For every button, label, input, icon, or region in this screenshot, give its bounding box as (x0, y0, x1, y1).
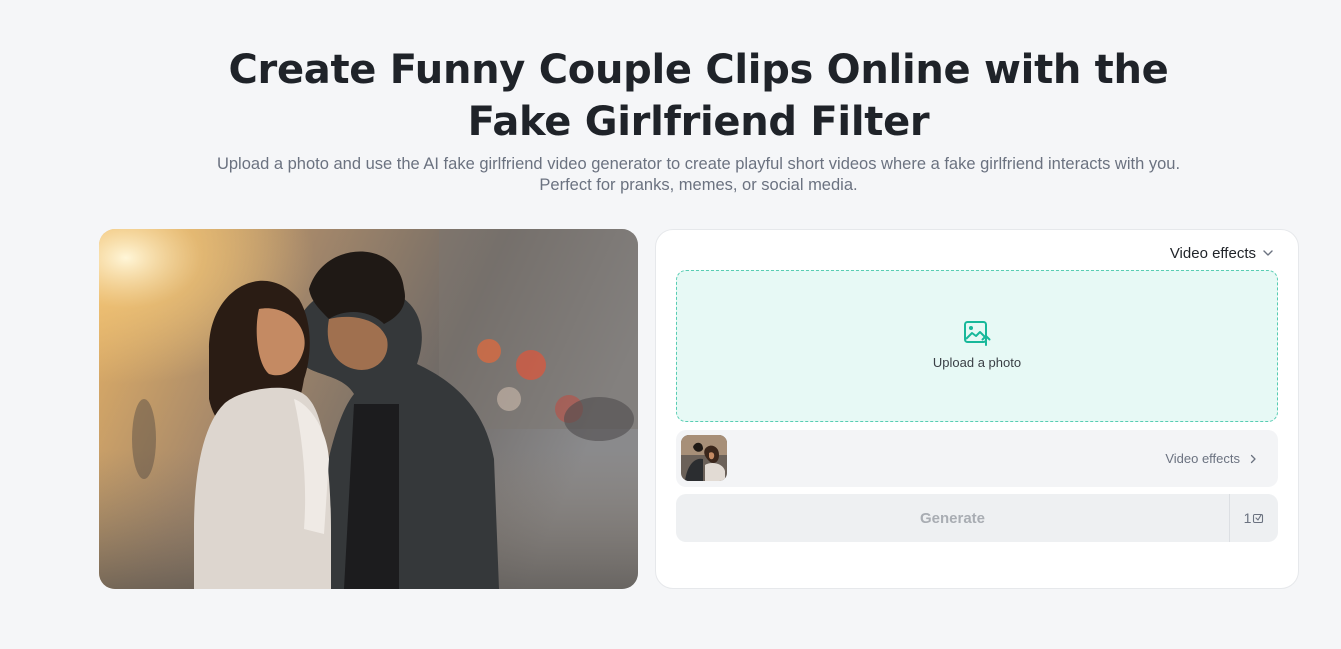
generate-button[interactable]: Generate (676, 494, 1229, 542)
credits-cost: 1 (1229, 494, 1278, 542)
coin-icon (1253, 513, 1264, 524)
effect-thumbnail (681, 435, 727, 481)
credits-count: 1 (1243, 510, 1252, 526)
video-effects-link[interactable]: Video effects (1165, 430, 1258, 487)
video-effects-link-label: Video effects (1165, 451, 1240, 466)
preview-photo (99, 229, 638, 589)
generator-panel: Video effects Upload a photo Video effec… (655, 229, 1299, 589)
image-upload-icon (964, 321, 991, 346)
page-title: Create Funny Couple Clips Online with th… (228, 47, 1169, 145)
chevron-down-icon (1263, 250, 1273, 256)
couple-kissing-image (99, 229, 638, 589)
video-effects-selector[interactable]: Video effects (676, 430, 1278, 487)
video-effects-dropdown[interactable]: Video effects (1170, 242, 1274, 264)
upload-photo-dropzone[interactable]: Upload a photo (676, 270, 1278, 422)
generate-bar: Generate 1 (676, 494, 1278, 542)
upload-photo-label: Upload a photo (932, 355, 1022, 370)
chevron-right-icon (1250, 454, 1256, 463)
page-subtitle: Upload a photo and use the AI fake girlf… (216, 155, 1181, 194)
video-effects-dropdown-label: Video effects (1169, 244, 1256, 262)
